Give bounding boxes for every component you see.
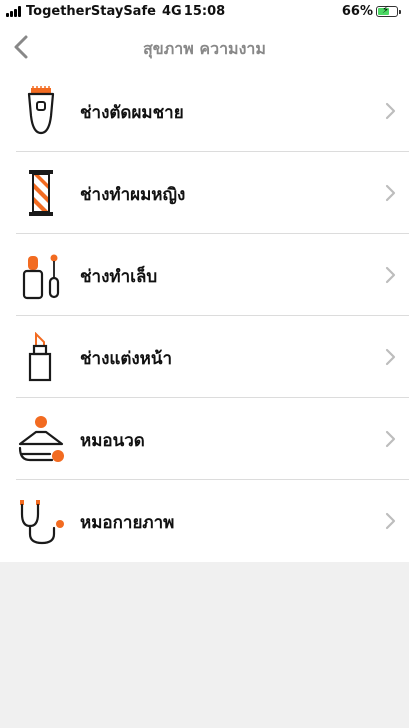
massage-icon <box>18 416 64 462</box>
lipstick-icon <box>28 332 52 382</box>
chevron-right-icon <box>385 348 396 366</box>
item-label: ช่างแต่งหน้า <box>80 349 173 369</box>
item-label: หมอนวด <box>80 431 145 451</box>
chevron-right-icon <box>385 184 396 202</box>
stethoscope-icon <box>20 500 64 545</box>
status-right: 66% ⚡ <box>342 4 401 19</box>
chevron-right-icon <box>385 102 396 120</box>
chevron-right-icon <box>385 430 396 448</box>
item-label: ช่างทำเล็บ <box>80 267 158 287</box>
list-item-barber-men[interactable]: ช่างตัดผมชาย <box>0 70 409 152</box>
battery-cap <box>399 9 401 14</box>
item-label: ช่างทำผมหญิง <box>80 185 186 205</box>
item-label: หมอกายภาพ <box>80 513 175 533</box>
battery-icon: ⚡ <box>376 5 398 17</box>
battery-percent: 66% <box>341 4 373 19</box>
nav-bar: สุขภาพ ความงาม <box>0 24 409 71</box>
item-label: ช่างตัดผมชาย <box>80 103 184 123</box>
nail-polish-icon <box>22 254 60 300</box>
barber-pole-icon <box>29 170 53 216</box>
page-title: สุขภาพ ความงาม <box>143 39 266 58</box>
list-item-physiotherapist[interactable]: หมอกายภาพ <box>0 480 409 562</box>
category-list: ช่างตัดผมชาย ช่างทำผมหญิง ช่างทำเล็บ ช่า… <box>0 70 409 562</box>
hair-clipper-icon <box>27 86 55 135</box>
charging-bolt-icon: ⚡ <box>382 5 390 16</box>
list-item-nail-technician[interactable]: ช่างทำเล็บ <box>0 234 409 316</box>
list-item-hairdresser-women[interactable]: ช่างทำผมหญิง <box>0 152 409 234</box>
chevron-right-icon <box>385 512 396 530</box>
status-bar: TogetherStaySafe 4G 15:08 66% ⚡ <box>0 0 409 24</box>
list-item-makeup-artist[interactable]: ช่างแต่งหน้า <box>0 316 409 398</box>
list-item-massage-therapist[interactable]: หมอนวด <box>0 398 409 480</box>
chevron-right-icon <box>385 266 396 284</box>
